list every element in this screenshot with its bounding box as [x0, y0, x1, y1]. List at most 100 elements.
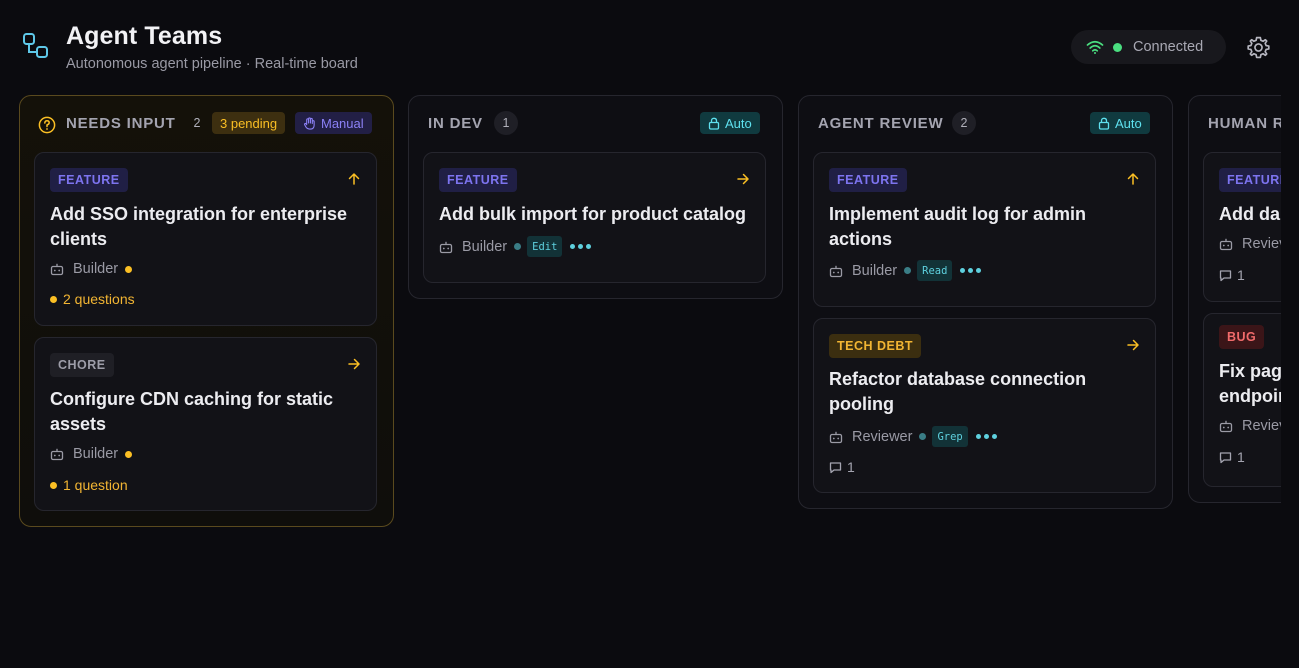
- agent-name: Reviev: [1242, 418, 1281, 434]
- column-count: 1: [494, 111, 518, 135]
- agent-row: Reviev: [1219, 236, 1281, 252]
- activity-dots: [975, 434, 997, 439]
- robot-icon: [1219, 238, 1233, 251]
- lock-icon: [1098, 117, 1110, 130]
- feature-tag: FEATURE: [50, 168, 128, 192]
- question-dot: [50, 295, 57, 303]
- tool-badge: Grep: [932, 426, 968, 447]
- hand-icon: [304, 116, 315, 130]
- task-card[interactable]: FEATURE Add SSO integration for enterpri…: [34, 152, 377, 326]
- app-header: Agent Teams Autonomous agent pipeline · …: [0, 0, 1299, 90]
- task-card[interactable]: CHORE Configure CDN caching for static a…: [34, 337, 377, 511]
- comment-icon: [1219, 451, 1232, 463]
- robot-icon: [829, 431, 843, 443]
- auto-mode-label: Auto: [1115, 115, 1142, 131]
- questions-count: 1 question: [63, 477, 128, 493]
- robot-icon: [50, 263, 64, 276]
- page-subtitle: Autonomous agent pipeline · Real-time bo…: [66, 56, 358, 72]
- robot-icon: [829, 265, 843, 277]
- comments-count: 1: [1237, 267, 1245, 283]
- status-dot: [125, 265, 133, 273]
- arrow-right-icon: [1127, 339, 1139, 351]
- bug-tag: BUG: [1219, 325, 1265, 349]
- agent-row: Reviev: [1219, 418, 1281, 434]
- arrow-up-icon: [1127, 173, 1139, 185]
- column-count: 2: [193, 116, 201, 130]
- tool-badge: Edit: [527, 236, 563, 257]
- task-card[interactable]: BUG Fix pag endpoir Reviev 1: [1203, 313, 1281, 487]
- agent-row: Reviewer Grep: [829, 426, 997, 447]
- column-header: AGENT REVIEW 2 Auto: [799, 96, 1172, 152]
- activity-dots: [570, 244, 592, 249]
- lock-icon: [708, 117, 720, 130]
- task-card[interactable]: FEATURE Add dar Reviev 1: [1203, 152, 1281, 302]
- comments-indicator[interactable]: 1: [1219, 267, 1245, 283]
- agent-name: Builder: [462, 238, 508, 255]
- status-dot: [919, 433, 927, 440]
- robot-icon: [439, 241, 453, 253]
- question-dot: [50, 481, 57, 489]
- feature-tag: FEATURE: [829, 168, 907, 192]
- settings-gear-icon[interactable]: [1246, 35, 1271, 60]
- auto-mode-badge[interactable]: Auto: [700, 112, 760, 134]
- kanban-board: NEEDS INPUT 2 3 pending Manual FEATURE A…: [19, 95, 1281, 655]
- card-title: Add dar: [1219, 204, 1281, 224]
- agent-teams-logo-icon: [23, 33, 48, 58]
- manual-mode-label: Manual: [321, 115, 364, 131]
- agent-name: Reviewer: [852, 428, 913, 445]
- connection-status: Connected: [1071, 30, 1226, 64]
- column-human-review: HUMAN R FEATURE Add dar Reviev 1 BUG: [1188, 95, 1281, 503]
- task-card[interactable]: FEATURE Implement audit log for admin ac…: [813, 152, 1156, 307]
- arrow-right-icon: [737, 173, 749, 185]
- card-title: Implement audit log for admin actions: [829, 204, 1087, 249]
- feature-tag: FEATURE: [439, 168, 517, 192]
- manual-mode-badge[interactable]: Manual: [295, 112, 372, 134]
- agent-name: Builder: [73, 446, 119, 462]
- status-dot: [514, 243, 522, 250]
- agent-row: Builder: [50, 261, 133, 277]
- column-agent-review: AGENT REVIEW 2 Auto FEATURE Implement au…: [798, 95, 1173, 509]
- auto-mode-badge[interactable]: Auto: [1090, 112, 1150, 134]
- task-card[interactable]: TECH DEBT Refactor database connection p…: [813, 318, 1156, 493]
- pending-badge: 3 pending: [212, 112, 286, 134]
- card-title: Configure CDN caching for static assets: [50, 389, 334, 434]
- column-title: IN DEV: [428, 115, 483, 132]
- wifi-icon: [1086, 40, 1104, 54]
- question-circle-icon: [38, 116, 56, 134]
- connection-label: Connected: [1133, 39, 1204, 55]
- comment-icon: [1219, 269, 1232, 281]
- questions-count: 2 questions: [63, 291, 135, 307]
- chore-tag: CHORE: [50, 353, 114, 377]
- questions-indicator[interactable]: 2 questions: [50, 291, 135, 307]
- status-dot: [904, 267, 912, 274]
- tool-badge: Read: [917, 260, 953, 281]
- column-needs-input: NEEDS INPUT 2 3 pending Manual FEATURE A…: [19, 95, 394, 527]
- column-header: IN DEV 1 Auto: [409, 96, 782, 152]
- questions-indicator[interactable]: 1 question: [50, 477, 128, 493]
- agent-name: Builder: [852, 262, 898, 279]
- card-title-line: endpoir: [1219, 385, 1281, 406]
- card-title: Fix pag endpoir: [1219, 359, 1281, 408]
- task-card[interactable]: FEATURE Add bulk import for product cata…: [423, 152, 766, 283]
- auto-mode-label: Auto: [725, 115, 752, 131]
- agent-name: Reviev: [1242, 236, 1281, 252]
- agent-row: Builder: [50, 446, 133, 462]
- comments-indicator[interactable]: 1: [829, 459, 855, 475]
- column-count: 2: [952, 111, 976, 135]
- column-title: HUMAN R: [1208, 115, 1281, 132]
- card-title: Refactor database connection pooling: [829, 369, 1087, 414]
- arrow-up-icon: [348, 173, 360, 185]
- agent-row: Builder Edit: [439, 236, 592, 257]
- column-in-dev: IN DEV 1 Auto FEATURE Add bulk import fo…: [408, 95, 783, 299]
- agent-name: Builder: [73, 261, 119, 277]
- column-header: NEEDS INPUT 2 3 pending Manual: [20, 96, 393, 152]
- tech-debt-tag: TECH DEBT: [829, 334, 922, 358]
- robot-icon: [50, 448, 64, 461]
- column-header: HUMAN R: [1189, 96, 1281, 152]
- card-title: Add bulk import for product catalog: [439, 204, 746, 224]
- comments-indicator[interactable]: 1: [1219, 449, 1245, 465]
- comments-count: 1: [1237, 449, 1245, 465]
- activity-dots: [960, 268, 982, 273]
- feature-tag: FEATURE: [1219, 168, 1281, 192]
- card-title: Add SSO integration for enterprise clien…: [50, 204, 348, 249]
